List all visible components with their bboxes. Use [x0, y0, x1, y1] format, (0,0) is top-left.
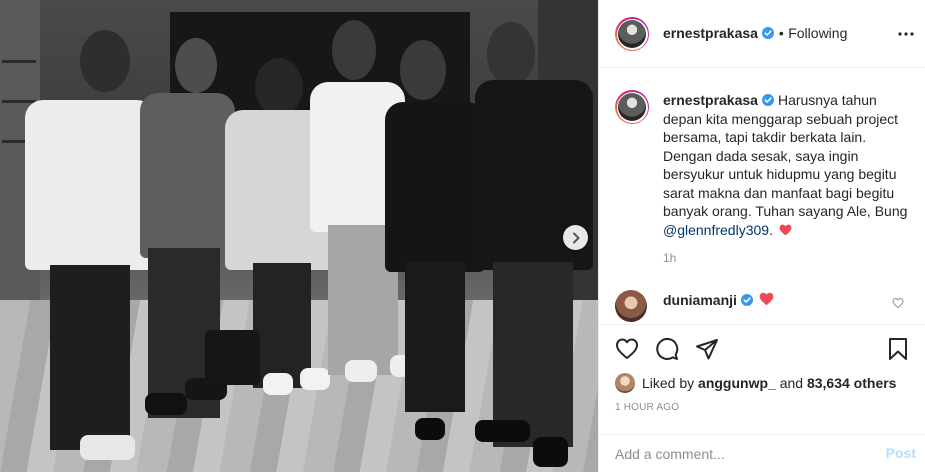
likes-others-count[interactable]: 83,634 others	[807, 375, 897, 391]
verified-badge-icon	[741, 294, 753, 306]
likes-prefix: Liked by	[642, 375, 695, 391]
separator-dot: •	[778, 25, 784, 41]
comment-like-heart-icon[interactable]	[892, 297, 904, 309]
author-username[interactable]: ernestprakasa	[663, 25, 758, 41]
heart-icon[interactable]	[615, 337, 639, 361]
comment-input[interactable]	[615, 443, 875, 465]
red-heart-emoji-icon	[759, 292, 774, 306]
verified-badge-icon	[761, 94, 774, 106]
caption-relative-time: 1h	[663, 251, 677, 265]
liker-avatar[interactable]	[615, 373, 635, 393]
chevron-right-icon	[572, 232, 579, 243]
post-detail-panel: ernestprakasa • Following ernestprakasa …	[598, 0, 925, 472]
likes-summary: Liked by anggunwp_ and 83,634 others	[615, 373, 896, 393]
verified-badge-icon	[762, 27, 775, 39]
comment-icon[interactable]	[655, 337, 679, 361]
more-horizontal-icon[interactable]	[896, 24, 916, 44]
carousel-next-button[interactable]	[563, 225, 588, 250]
bookmark-icon[interactable]	[886, 337, 910, 361]
commenter-username[interactable]: duniamanji	[663, 292, 737, 308]
liker-username[interactable]: anggunwp_	[698, 375, 776, 391]
share-icon[interactable]	[695, 337, 719, 361]
caption-text: ernestprakasa Harusnya tahun depan kita …	[663, 91, 913, 239]
actions-section: Liked by anggunwp_ and 83,634 others 1 H…	[599, 324, 925, 434]
caption-body: Harusnya tahun depan kita menggarap sebu…	[663, 92, 908, 219]
caption-mention-link[interactable]: @glennfredly309	[663, 222, 769, 238]
post-timestamp[interactable]: 1 HOUR AGO	[615, 402, 679, 413]
caption-author-avatar[interactable]	[615, 90, 649, 124]
person-1	[10, 30, 155, 470]
red-heart-emoji-icon	[779, 224, 792, 235]
likes-conjunction: and	[779, 375, 804, 391]
caption-username[interactable]: ernestprakasa	[663, 92, 758, 108]
post-photo[interactable]	[0, 0, 598, 472]
following-button[interactable]: Following	[788, 25, 847, 41]
post-comment-button[interactable]: Post	[886, 445, 916, 461]
person-5	[385, 40, 485, 440]
caption-period: .	[769, 221, 773, 238]
handbag	[205, 330, 260, 385]
add-comment-bar: Post	[599, 434, 925, 472]
post-header: ernestprakasa • Following	[599, 0, 925, 68]
commenter-avatar[interactable]	[615, 290, 647, 322]
comment-item: duniamanji	[599, 284, 925, 324]
author-avatar[interactable]	[615, 17, 649, 51]
